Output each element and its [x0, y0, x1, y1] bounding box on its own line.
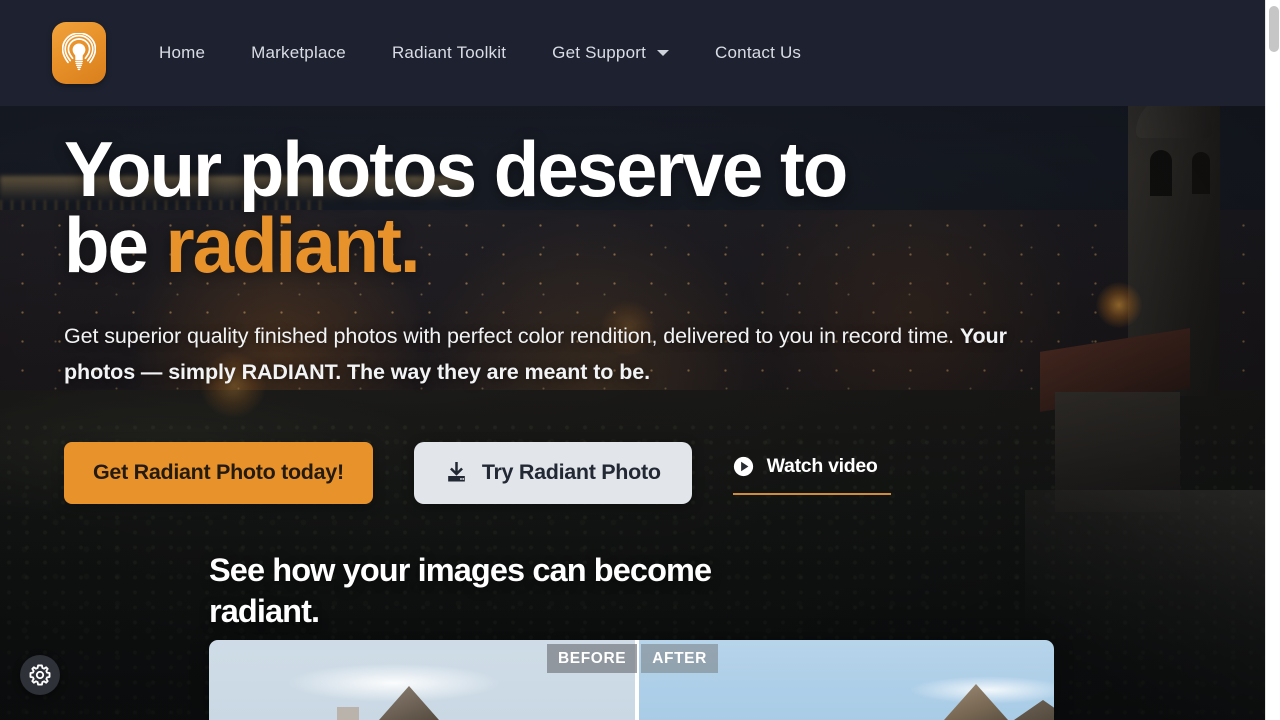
nav-item-label: Home	[159, 43, 206, 62]
gear-icon	[29, 664, 51, 686]
before-badge: BEFORE	[547, 644, 638, 673]
watch-video-label: Watch video	[766, 454, 878, 477]
before-building	[337, 707, 359, 720]
nav-item-label: Marketplace	[251, 43, 346, 62]
hero-section: Your photos deserve to be radiant. Get s…	[0, 106, 1265, 633]
headline-line-2-plain: be	[64, 200, 166, 289]
nav-item-label: Radiant Toolkit	[391, 43, 507, 62]
headline-line-2-accent: radiant.	[165, 200, 421, 289]
nav-item-marketplace[interactable]: Marketplace	[251, 37, 346, 69]
site-logo[interactable]	[52, 22, 106, 84]
after-mountain-peak-secondary	[1014, 700, 1054, 720]
get-radiant-photo-button[interactable]: Get Radiant Photo today!	[64, 441, 373, 504]
radiant-bulb-logo-icon	[62, 33, 96, 71]
top-navigation-bar: Home Marketplace Radiant Toolkit Get Sup…	[0, 0, 1265, 106]
before-cloud	[289, 664, 499, 702]
comparison-badges: BEFORE AFTER	[547, 644, 718, 673]
try-radiant-photo-button[interactable]: Try Radiant Photo	[413, 441, 692, 504]
section-heading: See how your images can become radiant.	[209, 550, 849, 633]
nav-item-home[interactable]: Home	[159, 37, 205, 69]
nav-item-label: Contact Us	[715, 43, 802, 62]
play-circle-icon	[733, 456, 753, 476]
section-heading-line-1: See how your images can become	[209, 551, 712, 588]
watch-video-underline	[732, 492, 891, 496]
nav-links: Home Marketplace Radiant Toolkit Get Sup…	[159, 37, 801, 69]
hero-subtitle: Get superior quality finished photos wit…	[64, 319, 1064, 390]
watch-video-inner: Watch video	[733, 455, 878, 478]
after-badge: AFTER	[641, 644, 718, 673]
chevron-down-icon	[657, 50, 670, 56]
nav-item-label: Get Support	[552, 43, 647, 62]
nav-item-get-support[interactable]: Get Support	[552, 37, 670, 69]
section-heading-line-2: radiant.	[209, 593, 320, 630]
try-radiant-photo-label: Try Radiant Photo	[481, 460, 661, 485]
settings-button[interactable]	[20, 655, 60, 695]
nav-item-contact-us[interactable]: Contact Us	[715, 37, 801, 69]
browser-viewport: Home Marketplace Radiant Toolkit Get Sup…	[0, 0, 1265, 720]
before-after-comparison[interactable]: BEFORE AFTER	[209, 640, 1054, 720]
watch-video-link[interactable]: Watch video	[732, 451, 891, 496]
download-icon	[447, 462, 465, 482]
get-radiant-photo-label: Get Radiant Photo today!	[93, 460, 344, 485]
vertical-scrollbar[interactable]	[1265, 0, 1280, 720]
nav-item-radiant-toolkit[interactable]: Radiant Toolkit	[392, 37, 506, 69]
scrollbar-thumb[interactable]	[1268, 6, 1279, 52]
hero-subtitle-plain: Get superior quality finished photos wit…	[64, 324, 960, 349]
page-title: Your photos deserve to be radiant.	[64, 130, 1000, 284]
cta-button-row: Get Radiant Photo today! Try Radiant Pho…	[64, 441, 1265, 504]
